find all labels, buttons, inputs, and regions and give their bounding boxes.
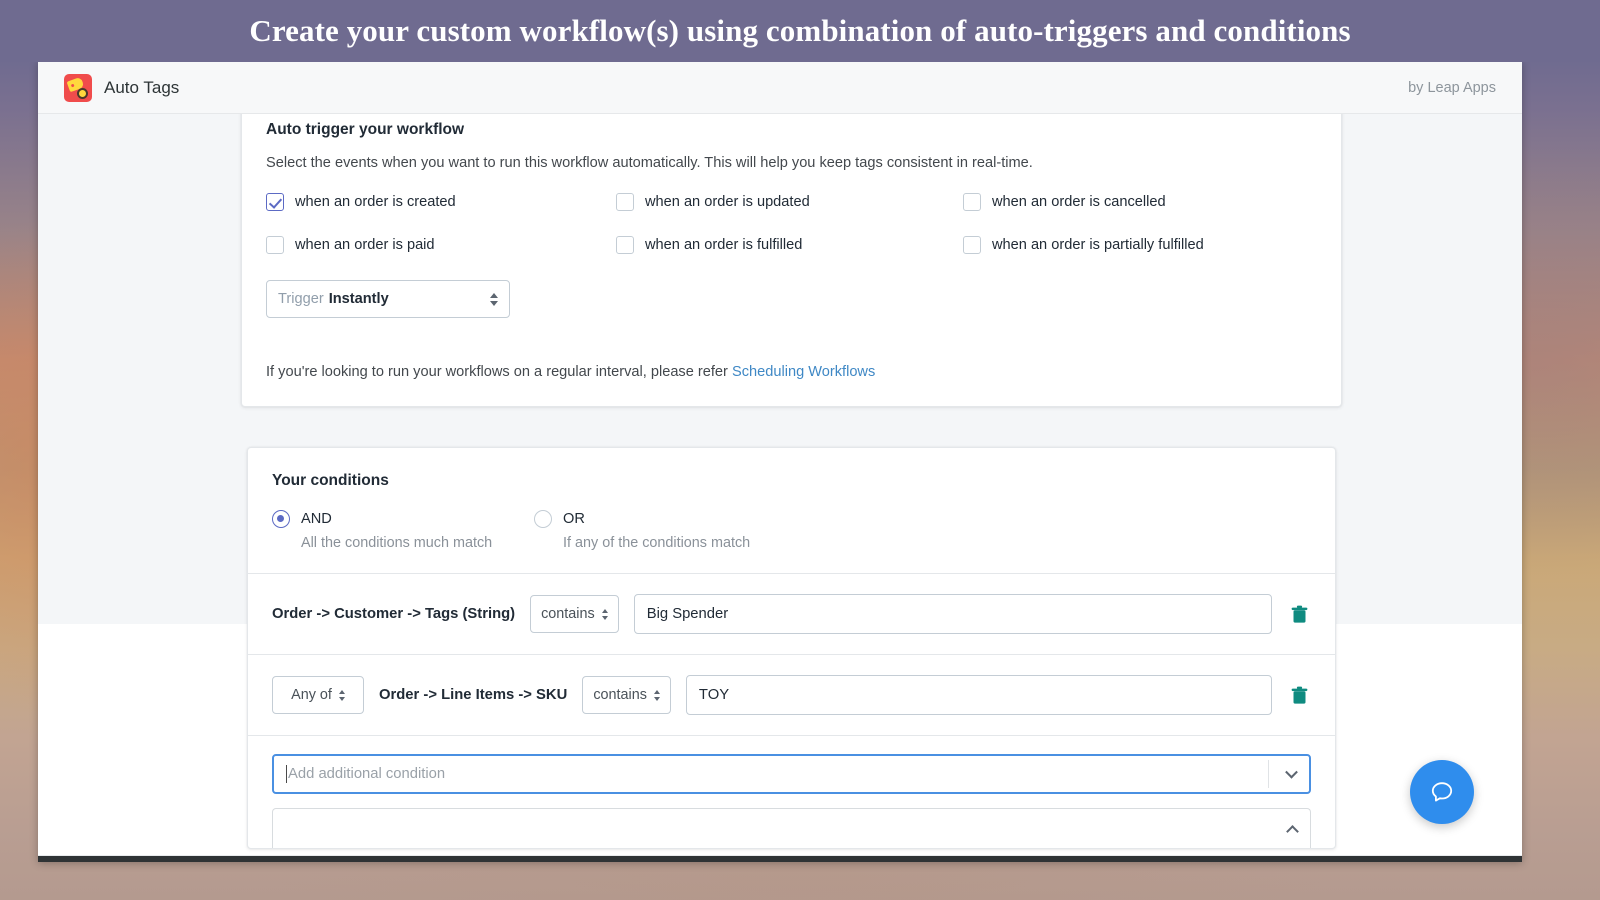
checkbox-order-paid[interactable]: when an order is paid	[266, 236, 616, 254]
checkbox-order-updated[interactable]: when an order is updated	[616, 193, 963, 211]
checkbox-box[interactable]	[616, 193, 634, 211]
radio-option-and[interactable]: AND All the conditions much match	[272, 510, 534, 551]
your-conditions-card: Your conditions AND All the conditions m…	[247, 447, 1336, 849]
condition-value-input[interactable]: TOY	[685, 675, 1272, 715]
tag-gear-logo-icon	[64, 73, 92, 102]
radio-and-sub: All the conditions much match	[301, 535, 493, 551]
trigger-events-grid: when an order is created when an order i…	[266, 193, 1317, 254]
checkbox-label: when an order is partially fulfilled	[992, 237, 1204, 253]
chevron-down-icon[interactable]	[1285, 765, 1298, 779]
checkbox-box[interactable]	[616, 236, 634, 254]
checkbox-box[interactable]	[266, 236, 284, 254]
marketing-banner: Create your custom workflow(s) using com…	[0, 0, 1600, 62]
condition-field-path[interactable]: Order -> Customer -> Tags (String)	[272, 606, 515, 622]
auto-trigger-title: Auto trigger your workflow	[266, 121, 465, 138]
condition-value-text: Big Spender	[646, 606, 729, 622]
radio-or-label: OR	[563, 511, 585, 527]
condition-operator-value: contains	[541, 606, 595, 622]
checkbox-label: when an order is updated	[645, 194, 810, 210]
condition-dropdown-panel[interactable]	[272, 808, 1311, 848]
checkbox-order-fulfilled[interactable]: when an order is fulfilled	[616, 236, 963, 254]
checkbox-label: when an order is cancelled	[992, 194, 1166, 210]
auto-trigger-card: Auto trigger your workflow Select the ev…	[241, 114, 1342, 407]
checkbox-box[interactable]	[963, 236, 981, 254]
app-body: Auto trigger your workflow Select the ev…	[38, 114, 1522, 862]
checkbox-box[interactable]	[963, 193, 981, 211]
checkbox-order-created[interactable]: when an order is created	[266, 193, 616, 211]
radio-or-sub: If any of the conditions match	[563, 535, 751, 551]
banner-title: Create your custom workflow(s) using com…	[249, 13, 1351, 48]
trigger-timing-select[interactable]: Trigger Instantly	[266, 280, 510, 318]
add-condition-placeholder: Add additional condition	[288, 766, 446, 782]
condition-value-input[interactable]: Big Spender	[633, 594, 1272, 634]
condition-operator-select[interactable]: contains	[582, 676, 671, 714]
window-bottom-edge	[38, 856, 1522, 862]
condition-value-text: TOY	[698, 687, 730, 703]
conditions-title: Your conditions	[272, 472, 389, 489]
stepper-arrows-icon[interactable]	[601, 608, 608, 620]
checkbox-box-checked[interactable]	[266, 193, 284, 211]
condition-row: Any of Order -> Line Items -> SKU contai…	[248, 655, 1335, 735]
match-mode-group: AND All the conditions much match OR If …	[272, 510, 1311, 551]
radio-or-circle[interactable]	[534, 510, 552, 528]
scheduling-workflows-link[interactable]: Scheduling Workflows	[732, 364, 875, 380]
stepper-arrows-icon[interactable]	[490, 292, 498, 306]
condition-row: Order -> Customer -> Tags (String) conta…	[248, 574, 1335, 654]
radio-and-circle[interactable]	[272, 510, 290, 528]
checkbox-label: when an order is fulfilled	[645, 237, 803, 253]
checkbox-label: when an order is created	[295, 194, 456, 210]
condition-operator-select[interactable]: contains	[530, 595, 619, 633]
checkbox-order-cancelled[interactable]: when an order is cancelled	[963, 193, 1317, 211]
scheduling-note: If you're looking to run your workflows …	[266, 364, 1317, 380]
stepper-arrows-icon[interactable]	[653, 689, 660, 701]
text-caret	[286, 765, 287, 783]
trash-icon[interactable]	[1287, 605, 1311, 624]
trigger-select-prefix: Trigger	[278, 291, 324, 307]
app-top-bar: Auto Tags by Leap Apps	[38, 62, 1522, 114]
condition-field-path[interactable]: Order -> Line Items -> SKU	[379, 687, 567, 703]
chevron-up-icon[interactable]	[1286, 825, 1299, 838]
divider	[1268, 760, 1269, 788]
radio-option-or[interactable]: OR If any of the conditions match	[534, 510, 796, 551]
brand: Auto Tags	[64, 73, 180, 102]
scheduling-note-text: If you're looking to run your workflows …	[266, 364, 732, 380]
checkbox-order-partially-fulfilled[interactable]: when an order is partially fulfilled	[963, 236, 1317, 254]
trigger-select-value: Instantly	[328, 291, 389, 307]
condition-quantifier-value: Any of	[291, 687, 332, 703]
brand-name: Auto Tags	[104, 77, 180, 97]
chat-bubble-icon	[1431, 782, 1453, 802]
add-condition-wrap: Add additional condition	[248, 736, 1335, 794]
app-window: Auto Tags by Leap Apps Auto trigger your…	[38, 62, 1522, 862]
condition-operator-value: contains	[593, 687, 647, 703]
auto-trigger-description: Select the events when you want to run t…	[266, 155, 1033, 171]
page-root: Create your custom workflow(s) using com…	[0, 0, 1600, 900]
chat-widget-button[interactable]	[1410, 760, 1474, 824]
stepper-arrows-icon[interactable]	[338, 689, 345, 701]
checkbox-label: when an order is paid	[295, 237, 435, 253]
app-byline: by Leap Apps	[1408, 79, 1496, 96]
add-condition-input[interactable]: Add additional condition	[272, 754, 1311, 794]
condition-quantifier-select[interactable]: Any of	[272, 676, 364, 714]
radio-and-label: AND	[301, 511, 332, 527]
trash-icon[interactable]	[1287, 686, 1311, 705]
